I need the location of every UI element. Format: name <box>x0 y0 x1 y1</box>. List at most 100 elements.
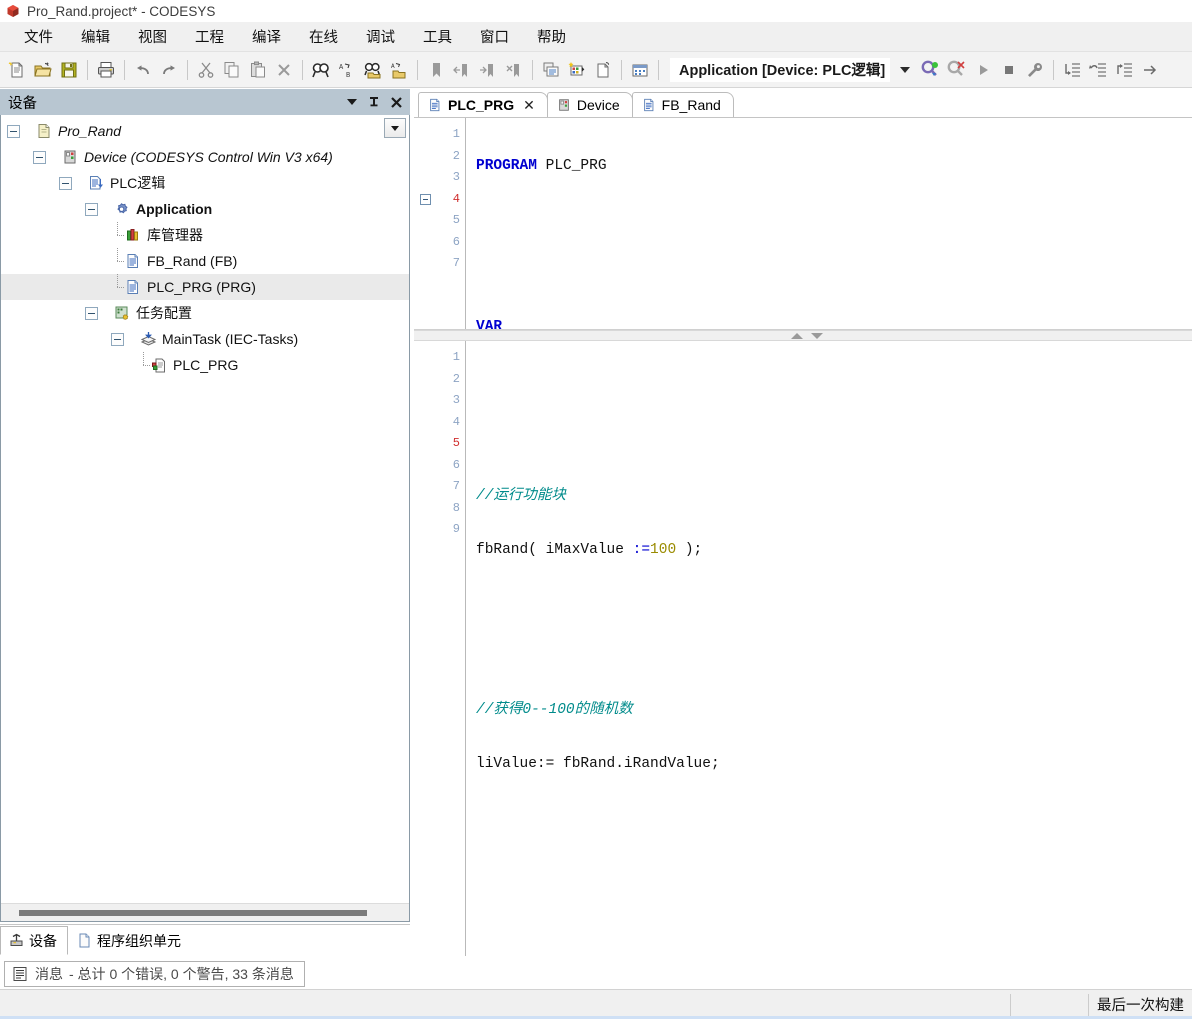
panel-tab-pous[interactable]: 程序组织单元 <box>68 926 192 955</box>
find-icon[interactable] <box>308 57 334 83</box>
implementation-editor[interactable]: 1 2 3 4 5 6 7 8 9 //运行功能块 fbRand( iMaxVa… <box>414 341 1192 956</box>
cut-icon[interactable] <box>193 57 219 83</box>
svg-text:A: A <box>391 63 395 70</box>
pin-icon[interactable] <box>364 92 384 112</box>
open-project-icon[interactable] <box>30 57 56 83</box>
start-icon[interactable] <box>970 57 996 83</box>
line-number: 5 <box>452 436 460 450</box>
task-config-icon <box>113 304 131 322</box>
login-icon[interactable] <box>918 57 944 83</box>
menu-view[interactable]: 视图 <box>128 23 177 50</box>
paste-icon[interactable] <box>245 57 271 83</box>
panel-tab-devices[interactable]: 设备 <box>0 926 68 955</box>
toolbar-separator <box>621 59 622 80</box>
tree-item-plc-prg[interactable]: PLC_PRG (PRG) <box>1 274 409 300</box>
declaration-code[interactable]: PROGRAM PLC_PRG VAR fbRand : FB_Rand; li… <box>466 118 1192 329</box>
bookmark-next-icon[interactable] <box>475 57 501 83</box>
tree-item-task-configuration[interactable]: 任务配置 <box>1 300 409 326</box>
logout-icon[interactable] <box>944 57 970 83</box>
tree-item-task-plc-prg[interactable]: PLC_PRG <box>1 352 409 378</box>
line-number: 2 <box>452 148 460 163</box>
panel-menu-icon[interactable] <box>342 92 362 112</box>
devices-tree-hscrollbar[interactable] <box>1 903 409 921</box>
bookmark-prev-icon[interactable] <box>449 57 475 83</box>
toolbar-separator <box>187 59 188 80</box>
pou-icon <box>124 252 142 270</box>
scrollbar-thumb[interactable] <box>19 910 367 916</box>
tree-item-application[interactable]: Application <box>1 196 409 222</box>
editor-splitter[interactable] <box>414 330 1192 341</box>
delete-icon[interactable] <box>271 57 297 83</box>
expander-icon[interactable] <box>111 332 124 346</box>
step-into-icon[interactable] <box>1059 57 1085 83</box>
tree-dropdown-button[interactable] <box>384 118 406 138</box>
menu-window[interactable]: 窗口 <box>470 23 519 50</box>
menu-edit[interactable]: 编辑 <box>71 23 120 50</box>
undo-icon[interactable] <box>130 57 156 83</box>
menu-build[interactable]: 编译 <box>242 23 291 50</box>
editor-tab-device[interactable]: Device <box>546 92 633 117</box>
build-icon[interactable] <box>538 57 564 83</box>
find-in-project-icon[interactable] <box>360 57 386 83</box>
project-icon <box>35 122 53 140</box>
step-out-icon[interactable] <box>1111 57 1137 83</box>
close-icon[interactable] <box>386 92 406 112</box>
declaration-editor[interactable]: 1 2 3 4 5 6 7 PROGRAM PLC_PRG VAR fbRand… <box>414 118 1192 330</box>
copy-icon[interactable] <box>219 57 245 83</box>
tree-item-label: 任务配置 <box>136 305 192 321</box>
clean-icon[interactable] <box>627 57 653 83</box>
debug-tools-icon[interactable] <box>1022 57 1048 83</box>
menu-file[interactable]: 文件 <box>14 23 63 50</box>
editor-tab-plc-prg[interactable]: PLC_PRG ✕ <box>418 92 548 117</box>
new-project-icon[interactable] <box>4 57 30 83</box>
line-number: 7 <box>452 256 460 270</box>
redo-icon[interactable] <box>156 57 182 83</box>
tree-item-label: Pro_Rand <box>58 123 122 139</box>
bookmark-toggle-icon[interactable] <box>423 57 449 83</box>
tree-item-maintask[interactable]: MainTask (IEC-Tasks) <box>1 326 409 352</box>
devices-tree[interactable]: Pro_Rand Device (CODESYS Control Win V3 … <box>1 115 409 903</box>
step-over-icon[interactable] <box>1085 57 1111 83</box>
menu-online[interactable]: 在线 <box>299 23 348 50</box>
implementation-code[interactable]: //运行功能块 fbRand( iMaxValue :=100 ); //获得0… <box>466 341 1192 956</box>
line-number: 4 <box>452 414 460 429</box>
expander-icon[interactable] <box>7 124 20 138</box>
expander-icon[interactable] <box>59 176 72 190</box>
editor-tab-fb-rand[interactable]: FB_Rand <box>631 92 734 117</box>
tree-item-pro-rand[interactable]: Pro_Rand <box>1 118 409 144</box>
scroll-down-icon[interactable] <box>811 332 823 339</box>
run-to-cursor-icon[interactable] <box>1137 57 1163 83</box>
editor-area: PLC_PRG ✕ Device FB_Rand 1 2 3 4 5 6 7 P… <box>414 89 1192 956</box>
expander-icon[interactable] <box>85 202 98 216</box>
expander-icon[interactable] <box>33 150 46 164</box>
generate-code-icon[interactable] <box>564 57 590 83</box>
stop-icon[interactable] <box>996 57 1022 83</box>
menu-debug[interactable]: 调试 <box>356 23 405 50</box>
line-number: 2 <box>452 371 460 386</box>
menu-project[interactable]: 工程 <box>185 23 234 50</box>
expander-icon[interactable] <box>85 306 98 320</box>
new-page-icon[interactable] <box>590 57 616 83</box>
replace-icon[interactable]: A B <box>334 57 360 83</box>
print-icon[interactable] <box>93 57 119 83</box>
tree-connector <box>111 274 124 300</box>
tree-item-device[interactable]: Device (CODESYS Control Win V3 x64) <box>1 144 409 170</box>
application-combo[interactable]: Application [Device: PLC逻辑] <box>670 57 891 82</box>
code-line: //获得0--100的随机数 <box>476 700 1192 722</box>
code-comment: //获得0--100的随机数 <box>476 702 633 718</box>
scroll-up-icon[interactable] <box>791 332 803 339</box>
messages-tab[interactable]: 消息 - 总计 0 个错误, 0 个警告, 33 条消息 <box>4 961 305 987</box>
menu-help[interactable]: 帮助 <box>527 23 576 50</box>
tree-item-library-manager[interactable]: 库管理器 <box>1 222 409 248</box>
menu-tools[interactable]: 工具 <box>413 23 462 50</box>
chevron-down-icon[interactable] <box>892 57 918 83</box>
bookmark-clear-icon[interactable] <box>501 57 527 83</box>
replace-in-project-icon[interactable]: A <box>386 57 412 83</box>
tree-item-plc-logic[interactable]: PLC逻辑 <box>1 170 409 196</box>
tree-item-fb-rand[interactable]: FB_Rand (FB) <box>1 248 409 274</box>
fold-collapse-icon[interactable] <box>419 193 431 205</box>
save-project-icon[interactable] <box>56 57 82 83</box>
close-icon[interactable]: ✕ <box>523 98 535 112</box>
